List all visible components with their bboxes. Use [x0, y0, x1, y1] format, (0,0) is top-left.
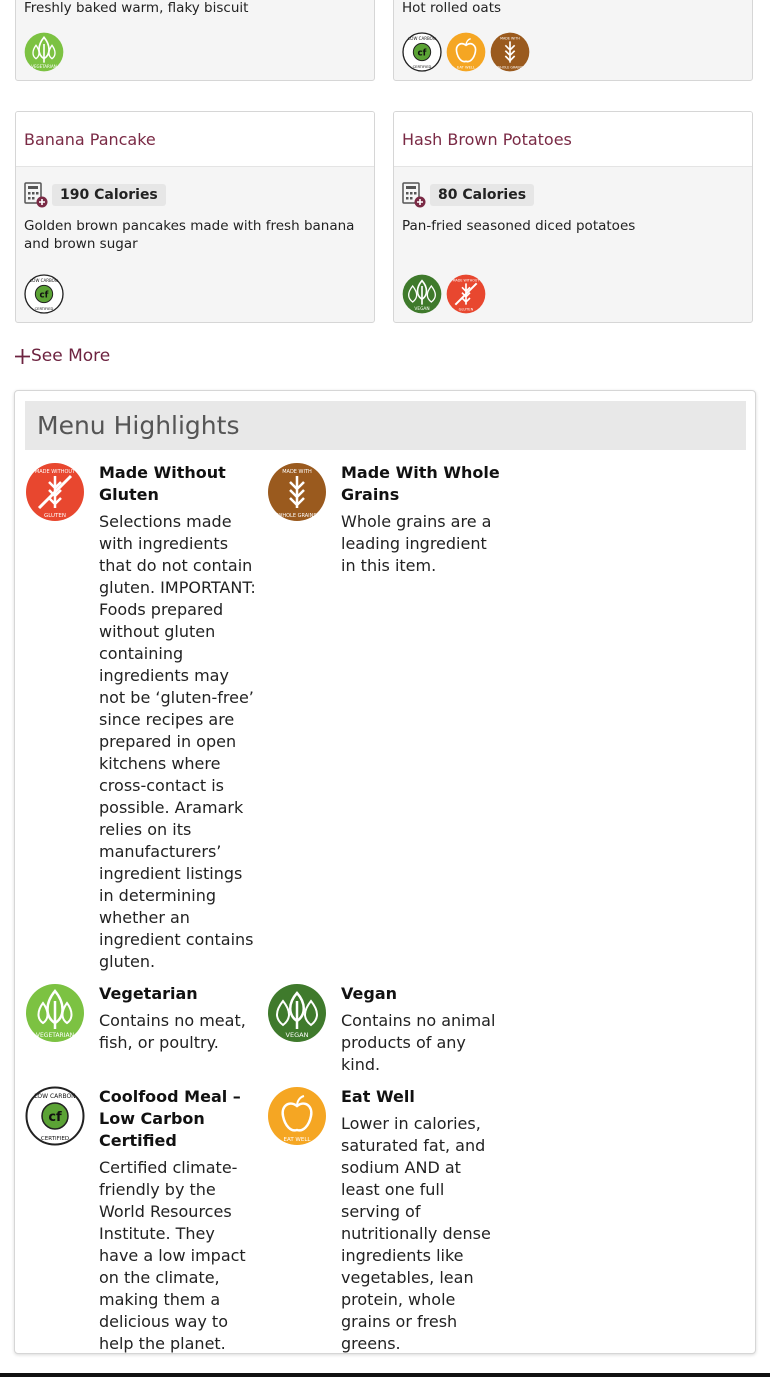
bottom-bar — [0, 1373, 770, 1377]
card-title[interactable]: Banana Pancake — [24, 130, 156, 149]
calories-badge: 80 Calories — [430, 184, 535, 206]
highlight-name: Coolfood Meal – Low Carbon Certified — [99, 1087, 241, 1150]
highlight-name: Vegetarian — [99, 984, 198, 1003]
low-carbon-icon[interactable] — [402, 32, 442, 72]
see-more-link[interactable]: See More — [14, 346, 110, 366]
card-description: Hot rolled oats — [402, 0, 502, 16]
vegan-icon[interactable] — [402, 274, 442, 314]
plus-icon — [15, 348, 30, 364]
see-more-label: See More — [31, 346, 111, 366]
highlight-text: Selections made with ingredients that do… — [99, 512, 256, 971]
calories-badge: 190 Calories — [52, 184, 166, 206]
without-gluten-icon[interactable] — [446, 274, 486, 314]
vegan-icon — [267, 983, 327, 1043]
calculator-icon[interactable] — [24, 182, 48, 208]
menu-highlights-panel: Menu Highlights Made Without Gluten Sele… — [14, 390, 756, 1354]
menu-card[interactable]: Hash Brown Potatoes 80 Calories Pan-frie… — [393, 111, 753, 323]
low-carbon-icon — [25, 1086, 85, 1146]
menu-card[interactable]: Hot rolled oats — [393, 0, 753, 81]
highlight-name: Vegan — [341, 984, 397, 1003]
calculator-icon[interactable] — [402, 182, 426, 208]
card-description: Pan-fried seasoned diced potatoes — [402, 218, 636, 234]
highlight-text: Whole grains are a leading ingredient in… — [341, 512, 492, 575]
whole-grains-icon[interactable] — [490, 32, 530, 72]
whole-grains-icon — [267, 462, 327, 522]
menu-card[interactable]: Banana Pancake 190 Calories Golden brown… — [15, 111, 375, 323]
highlight-text: Contains no meat, fish, or poultry. — [99, 1011, 246, 1052]
eat-well-icon — [267, 1086, 327, 1146]
vegetarian-icon — [25, 983, 85, 1043]
highlight-name: Eat Well — [341, 1087, 415, 1106]
highlight-name: Made With Whole Grains — [341, 463, 500, 504]
card-title[interactable]: Hash Brown Potatoes — [402, 130, 572, 149]
eat-well-icon[interactable] — [446, 32, 486, 72]
panel-title: Menu Highlights — [37, 411, 240, 440]
highlight-text: Lower in calories, saturated fat, and so… — [341, 1114, 491, 1353]
highlight-name: Made Without Gluten — [99, 463, 226, 504]
highlight-text: Contains no animal products of any kind. — [341, 1011, 496, 1074]
card-description: Golden brown pancakes made with fresh ba… — [24, 218, 355, 252]
without-gluten-icon — [25, 462, 85, 522]
highlight-text: Certified climate-friendly by the World … — [99, 1158, 246, 1353]
menu-card[interactable]: Freshly baked warm, flaky biscuit — [15, 0, 375, 81]
vegetarian-icon[interactable] — [24, 32, 64, 72]
card-description: Freshly baked warm, flaky biscuit — [24, 0, 249, 16]
low-carbon-icon[interactable] — [24, 274, 64, 314]
panel-header: Menu Highlights — [25, 401, 746, 450]
